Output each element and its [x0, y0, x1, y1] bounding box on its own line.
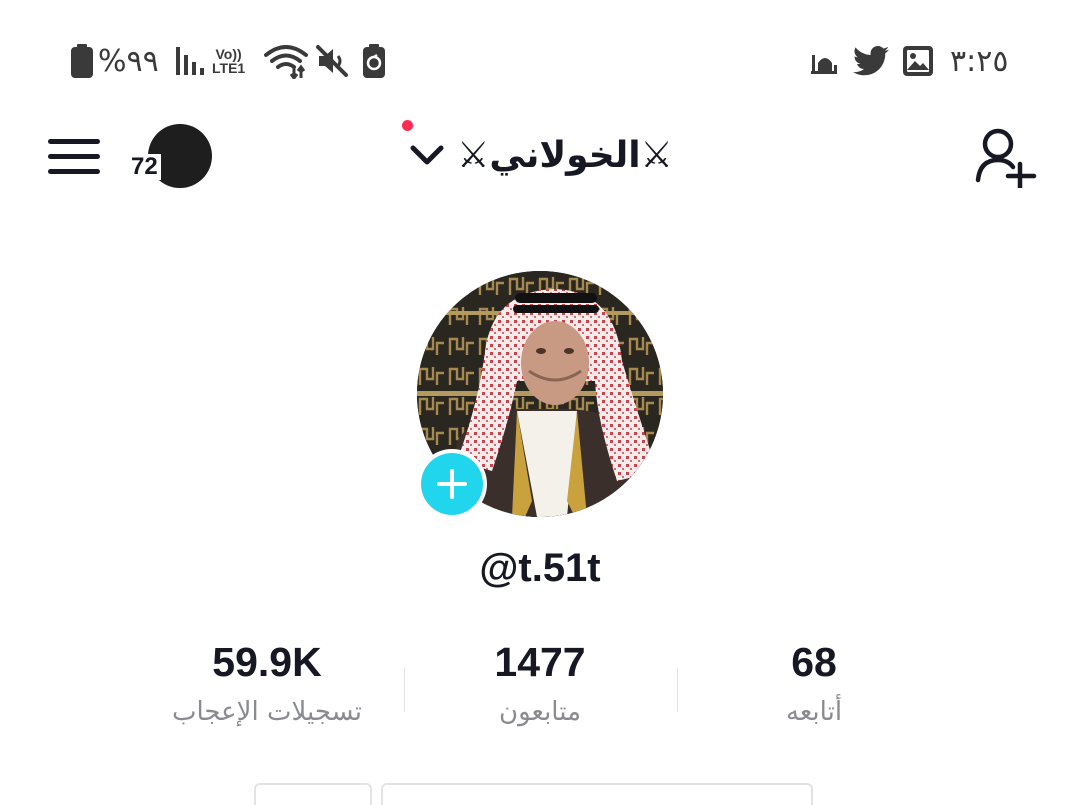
battery-icon — [70, 36, 94, 86]
add-friend-icon — [975, 128, 1037, 191]
menu-icon — [48, 139, 100, 174]
likes-label: تسجيلات الإعجاب — [171, 697, 363, 727]
menu-button[interactable] — [44, 132, 104, 180]
stat-divider — [677, 668, 678, 712]
status-bar: %٩٩ Vo)) LTE1 ٣:٢٥ — [0, 36, 1079, 86]
profile-header: 72 ⚔الخولاني⚔ — [0, 106, 1079, 206]
chevron-down-icon — [410, 145, 444, 165]
edit-profile-button[interactable] — [381, 783, 813, 805]
following-label: أتابعه — [785, 697, 843, 727]
gallery-icon — [902, 36, 934, 86]
twitter-icon — [853, 36, 889, 86]
signal-icon — [175, 36, 211, 86]
volte-label: Vo)) — [215, 46, 242, 62]
mosque-icon — [810, 36, 838, 86]
add-avatar-badge — [421, 453, 483, 515]
followers-stat[interactable]: 1477 متابعون — [410, 634, 670, 744]
add-avatar-button[interactable] — [417, 449, 487, 519]
plus-icon — [437, 469, 467, 499]
notification-dot — [402, 120, 413, 131]
battery-saver-icon — [362, 36, 386, 86]
bookmark-button[interactable] — [254, 783, 372, 805]
wifi-icon — [264, 36, 308, 86]
likes-stat[interactable]: 59.9K تسجيلات الإعجاب — [137, 634, 397, 744]
story-count-badge: 72 — [128, 154, 161, 180]
stat-divider — [404, 668, 405, 712]
followers-label: متابعون — [499, 697, 581, 727]
status-time: ٣:٢٥ — [950, 43, 1009, 79]
mute-icon — [315, 36, 349, 86]
followers-count: 1477 — [494, 639, 586, 685]
battery-percent: %٩٩ — [98, 43, 159, 79]
profile-avatar-container — [417, 271, 663, 519]
volte-indicator: Vo)) LTE1 — [212, 36, 245, 86]
lte-label: LTE1 — [212, 60, 246, 76]
profile-handle: @t.51t — [479, 546, 601, 590]
username-title: ⚔الخولاني⚔ — [457, 134, 673, 176]
add-friend-button[interactable] — [972, 124, 1040, 191]
account-switcher[interactable]: ⚔الخولاني⚔ — [404, 120, 676, 190]
following-count: 68 — [791, 639, 837, 685]
following-stat[interactable]: 68 أتابعه — [684, 634, 944, 744]
likes-count: 59.9K — [212, 639, 322, 685]
